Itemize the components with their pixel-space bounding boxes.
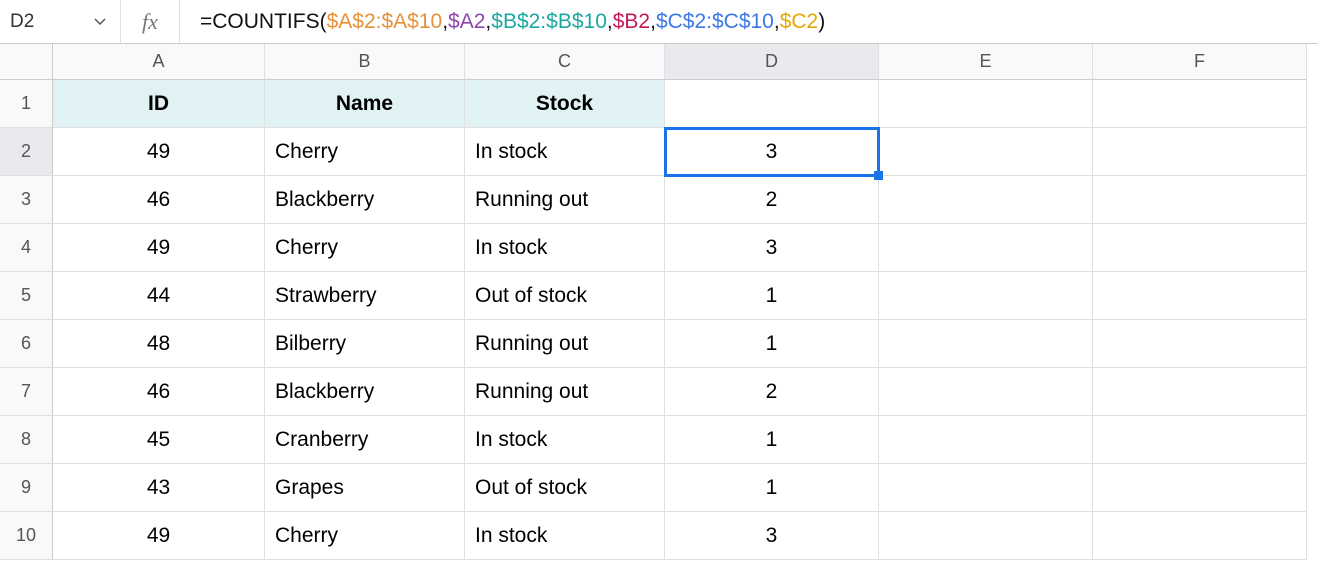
cell-F4[interactable]	[1093, 224, 1307, 272]
cell-A1[interactable]: ID	[53, 80, 265, 128]
cell-D9[interactable]: 1	[665, 464, 879, 512]
fx-icon: fx	[120, 0, 180, 43]
cell-C5[interactable]: Out of stock	[465, 272, 665, 320]
cell-D8[interactable]: 1	[665, 416, 879, 464]
row-header-8[interactable]: 8	[0, 416, 53, 464]
cell-B8[interactable]: Cranberry	[265, 416, 465, 464]
column-header-E[interactable]: E	[879, 44, 1093, 80]
cell-A3[interactable]: 46	[53, 176, 265, 224]
select-all-corner[interactable]	[0, 44, 53, 80]
cell-D7[interactable]: 2	[665, 368, 879, 416]
cell-C7[interactable]: Running out	[465, 368, 665, 416]
row-header-10[interactable]: 10	[0, 512, 53, 560]
cell-E1[interactable]	[879, 80, 1093, 128]
cell-E10[interactable]	[879, 512, 1093, 560]
cell-A4[interactable]: 49	[53, 224, 265, 272]
cell-D6[interactable]: 1	[665, 320, 879, 368]
row-header-5[interactable]: 5	[0, 272, 53, 320]
cell-C1[interactable]: Stock	[465, 80, 665, 128]
row-header-2[interactable]: 2	[0, 128, 53, 176]
cell-D5[interactable]: 1	[665, 272, 879, 320]
cell-E6[interactable]	[879, 320, 1093, 368]
cell-B10[interactable]: Cherry	[265, 512, 465, 560]
cell-D10[interactable]: 3	[665, 512, 879, 560]
name-box[interactable]: D2	[0, 11, 80, 33]
cell-D3[interactable]: 2	[665, 176, 879, 224]
cell-E3[interactable]	[879, 176, 1093, 224]
cell-C4[interactable]: In stock	[465, 224, 665, 272]
cell-D1[interactable]	[665, 80, 879, 128]
cell-B1[interactable]: Name	[265, 80, 465, 128]
cell-F6[interactable]	[1093, 320, 1307, 368]
cell-B3[interactable]: Blackberry	[265, 176, 465, 224]
cell-B5[interactable]: Strawberry	[265, 272, 465, 320]
cell-F2[interactable]	[1093, 128, 1307, 176]
row-header-4[interactable]: 4	[0, 224, 53, 272]
spreadsheet-grid: ABCDEF1IDNameStock249CherryIn stock3346B…	[0, 44, 1318, 560]
cell-E7[interactable]	[879, 368, 1093, 416]
formula-input[interactable]: =COUNTIFS($A$2:$A$10,$A2,$B$2:$B$10,$B2,…	[180, 10, 1318, 34]
cell-C6[interactable]: Running out	[465, 320, 665, 368]
cell-E5[interactable]	[879, 272, 1093, 320]
cell-A7[interactable]: 46	[53, 368, 265, 416]
cell-A2[interactable]: 49	[53, 128, 265, 176]
cell-C10[interactable]: In stock	[465, 512, 665, 560]
column-header-C[interactable]: C	[465, 44, 665, 80]
cell-F7[interactable]	[1093, 368, 1307, 416]
cell-A5[interactable]: 44	[53, 272, 265, 320]
fill-handle[interactable]	[874, 171, 883, 180]
row-header-6[interactable]: 6	[0, 320, 53, 368]
cell-E9[interactable]	[879, 464, 1093, 512]
cell-F9[interactable]	[1093, 464, 1307, 512]
column-header-A[interactable]: A	[53, 44, 265, 80]
cell-F1[interactable]	[1093, 80, 1307, 128]
cell-A8[interactable]: 45	[53, 416, 265, 464]
cell-C2[interactable]: In stock	[465, 128, 665, 176]
column-header-B[interactable]: B	[265, 44, 465, 80]
cell-E8[interactable]	[879, 416, 1093, 464]
cell-C3[interactable]: Running out	[465, 176, 665, 224]
row-header-7[interactable]: 7	[0, 368, 53, 416]
cell-A6[interactable]: 48	[53, 320, 265, 368]
name-box-dropdown-icon[interactable]	[80, 18, 120, 26]
cell-D4[interactable]: 3	[665, 224, 879, 272]
cell-E4[interactable]	[879, 224, 1093, 272]
cell-C9[interactable]: Out of stock	[465, 464, 665, 512]
cell-F10[interactable]	[1093, 512, 1307, 560]
column-header-F[interactable]: F	[1093, 44, 1307, 80]
cell-D2[interactable]: 3	[665, 128, 879, 176]
cell-A9[interactable]: 43	[53, 464, 265, 512]
cell-B2[interactable]: Cherry	[265, 128, 465, 176]
cell-B4[interactable]: Cherry	[265, 224, 465, 272]
cell-C8[interactable]: In stock	[465, 416, 665, 464]
formula-bar: D2 fx =COUNTIFS($A$2:$A$10,$A2,$B$2:$B$1…	[0, 0, 1318, 44]
cell-B6[interactable]: Bilberry	[265, 320, 465, 368]
cell-F3[interactable]	[1093, 176, 1307, 224]
row-header-9[interactable]: 9	[0, 464, 53, 512]
cell-B9[interactable]: Grapes	[265, 464, 465, 512]
column-header-D[interactable]: D	[665, 44, 879, 80]
row-header-1[interactable]: 1	[0, 80, 53, 128]
row-header-3[interactable]: 3	[0, 176, 53, 224]
cell-A10[interactable]: 49	[53, 512, 265, 560]
cell-F8[interactable]	[1093, 416, 1307, 464]
cell-E2[interactable]	[879, 128, 1093, 176]
cell-B7[interactable]: Blackberry	[265, 368, 465, 416]
cell-F5[interactable]	[1093, 272, 1307, 320]
